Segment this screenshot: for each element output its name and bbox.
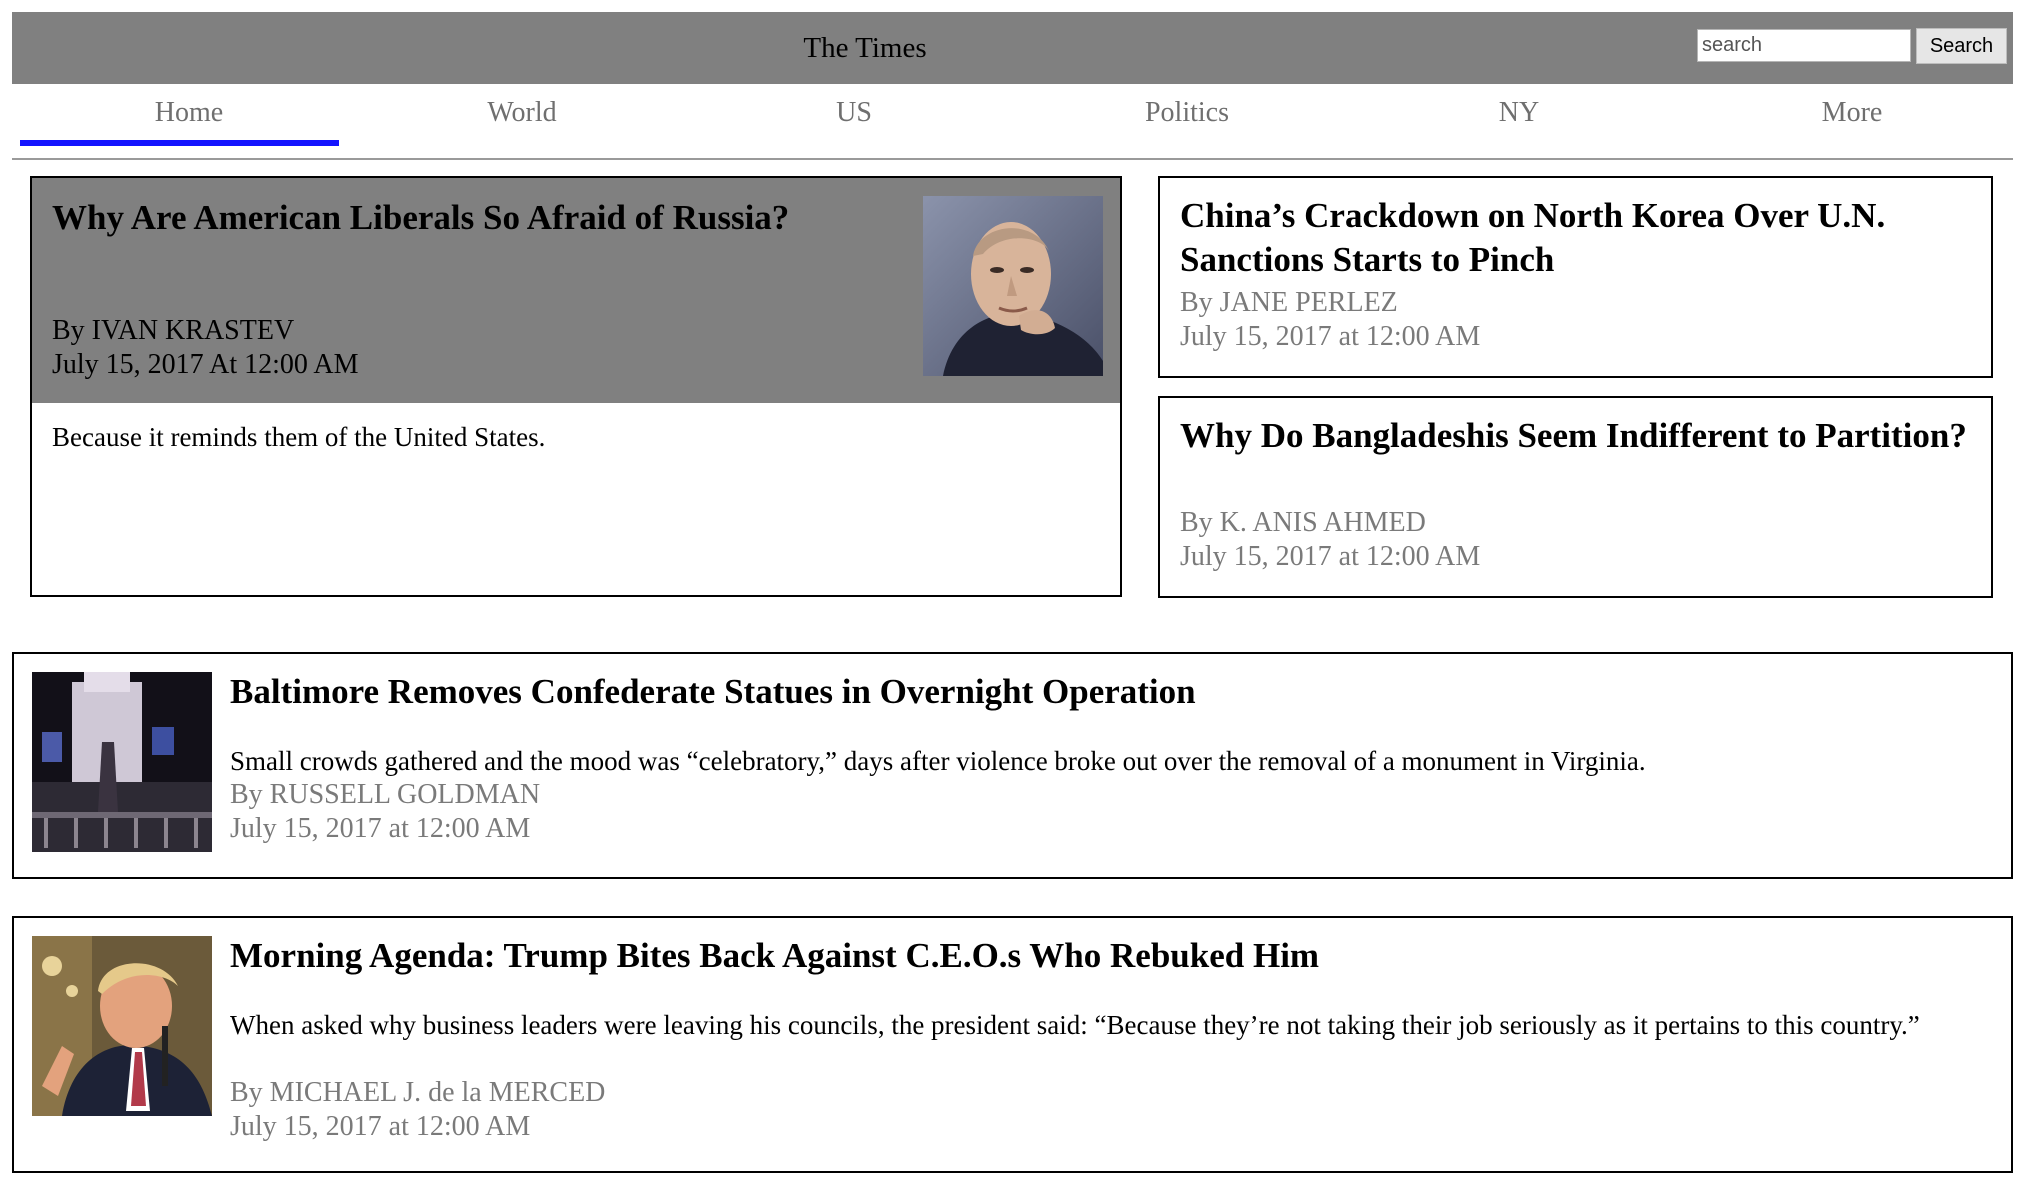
list-article-summary: Small crowds gathered and the mood was “… [230, 746, 1646, 776]
side-article-card[interactable]: Why Do Bangladeshis Seem Indifferent to … [1158, 396, 1993, 598]
portrait-photo-icon[interactable] [923, 196, 1103, 376]
tab-us[interactable]: US [694, 84, 1014, 142]
tab-ny[interactable]: NY [1359, 84, 1679, 142]
site-title: The Times [803, 32, 927, 64]
side-article-card[interactable]: China’s Crackdown on North Korea Over U.… [1158, 176, 1993, 378]
side-article-byline: By JANE PERLEZ [1180, 287, 1398, 318]
featured-article-card[interactable]: Why Are American Liberals So Afraid of R… [30, 176, 1122, 597]
featured-article-title[interactable]: Why Are American Liberals So Afraid of R… [52, 196, 912, 240]
tab-more[interactable]: More [1692, 84, 2012, 142]
section-nav: Home World US Politics NY More [12, 84, 2013, 160]
press-conference-photo-icon[interactable] [32, 936, 212, 1116]
side-article-date: July 15, 2017 at 12:00 AM [1180, 541, 1481, 572]
side-article-date: July 15, 2017 at 12:00 AM [1180, 321, 1481, 352]
list-article-title[interactable]: Morning Agenda: Trump Bites Back Against… [230, 934, 1319, 978]
list-article-byline: By RUSSELL GOLDMAN [230, 779, 541, 810]
list-article-title[interactable]: Baltimore Removes Confederate Statues in… [230, 670, 1196, 714]
side-article-title[interactable]: Why Do Bangladeshis Seem Indifferent to … [1180, 414, 1970, 458]
side-article-title[interactable]: China’s Crackdown on North Korea Over U.… [1180, 194, 1970, 282]
featured-article-date: July 15, 2017 At 12:00 AM [52, 349, 359, 380]
featured-article-header: Why Are American Liberals So Afraid of R… [32, 178, 1120, 403]
featured-article-summary: Because it reminds them of the United St… [52, 422, 546, 452]
side-article-byline: By K. ANIS AHMED [1180, 507, 1426, 538]
list-article-byline: By MICHAEL J. de la MERCED [230, 1077, 606, 1108]
active-tab-indicator [20, 140, 339, 146]
search-button[interactable]: Search [1916, 28, 2007, 64]
search-input[interactable] [1697, 29, 1911, 62]
list-article-summary: When asked why business leaders were lea… [230, 1010, 1920, 1040]
list-article-card[interactable]: Morning Agenda: Trump Bites Back Against… [12, 916, 2013, 1173]
list-article-card[interactable]: Baltimore Removes Confederate Statues in… [12, 652, 2013, 879]
list-article-date: July 15, 2017 at 12:00 AM [230, 813, 531, 844]
tab-home[interactable]: Home [29, 84, 349, 142]
featured-article-byline: By IVAN KRASTEV [52, 315, 295, 346]
tab-politics[interactable]: Politics [1027, 84, 1347, 142]
press-conference-photo-graphic [32, 936, 212, 1116]
masthead-bar: The Times Search [12, 12, 2013, 84]
portrait-photo-graphic [923, 196, 1103, 376]
night-scene-photo-graphic [32, 672, 212, 852]
list-article-date: July 15, 2017 at 12:00 AM [230, 1111, 531, 1142]
tab-world[interactable]: World [362, 84, 682, 142]
night-scene-photo-icon[interactable] [32, 672, 212, 852]
